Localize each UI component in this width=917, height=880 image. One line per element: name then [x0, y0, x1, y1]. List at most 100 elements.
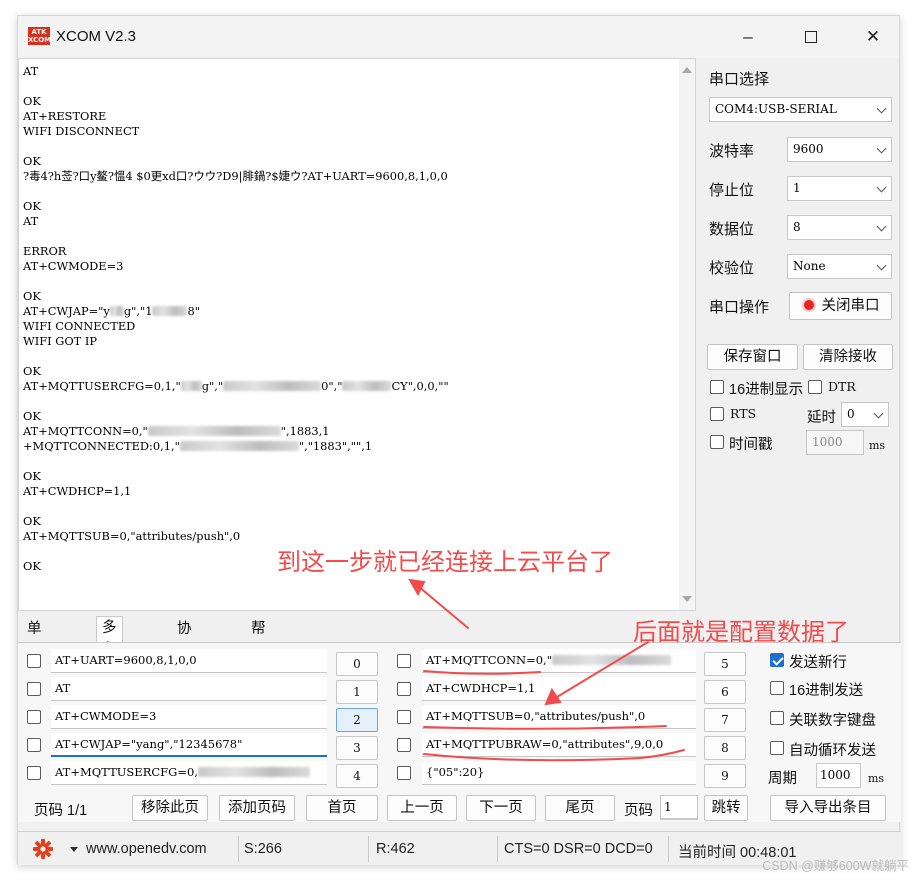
send-row-checkbox[interactable]	[397, 710, 411, 724]
send-row-input[interactable]: AT+CWDHCP=1,1	[422, 677, 696, 701]
timestamp-interval-input[interactable]: 1000	[806, 430, 864, 455]
baud-value: 9600	[793, 142, 824, 156]
send-row-input[interactable]: {"05":20}	[422, 761, 696, 785]
rts-checkbox[interactable]	[710, 407, 724, 421]
send-row-button[interactable]: 9	[704, 764, 746, 788]
status-divider	[668, 836, 669, 862]
send-newline-checkbox[interactable]	[770, 653, 784, 667]
website-link[interactable]: www.openedv.com	[86, 841, 207, 857]
receive-area[interactable]: AT OK AT+RESTORE WIFI DISCONNECT OK ?毒4?h莶?口y…	[18, 58, 696, 611]
send-row-button[interactable]: 4	[336, 764, 378, 788]
dropdown-arrow-icon[interactable]	[70, 847, 78, 852]
receive-line	[23, 184, 449, 199]
receive-line: AT+RESTORE	[23, 109, 107, 123]
send-row-checkbox[interactable]	[27, 654, 41, 668]
maximize-icon[interactable]	[796, 24, 826, 50]
link-numpad-label: 关联数字键盘	[789, 713, 876, 729]
page-info: 页码 1/1	[34, 803, 88, 819]
data-label: 数据位	[709, 221, 755, 238]
send-row-input[interactable]: AT+UART=9600,8,1,0,0	[51, 649, 327, 673]
redacted-text	[179, 441, 299, 451]
import-export-button[interactable]: 导入导出条目	[770, 795, 886, 821]
hex-send-checkbox[interactable]	[770, 681, 784, 695]
close-port-button[interactable]: 关闭串口	[789, 292, 892, 320]
first-page-button[interactable]: 首页	[306, 795, 378, 821]
save-window-button[interactable]: 保存窗口	[707, 344, 798, 370]
recv-count: R:462	[376, 841, 415, 857]
tab-single-send[interactable]: 单条发送	[22, 618, 47, 703]
receive-line: AT+MQTTCONN=0," ",1883,1	[23, 424, 330, 438]
data-select[interactable]: 8	[787, 215, 892, 240]
auto-loop-checkbox[interactable]	[770, 741, 784, 755]
port-select[interactable]: COM4:USB-SERIAL	[709, 97, 892, 122]
send-row-checkbox[interactable]	[27, 682, 41, 696]
last-page-button[interactable]: 尾页	[545, 795, 615, 821]
prev-page-button[interactable]: 上一页	[387, 795, 457, 821]
annotation-config: 后面就是配置数据了	[633, 619, 849, 646]
receive-line	[23, 79, 449, 94]
chevron-down-icon	[873, 408, 884, 419]
stop-select[interactable]: 1	[787, 176, 892, 201]
send-row-checkbox[interactable]	[27, 738, 41, 752]
timestamp-ms-label: ms	[869, 439, 886, 452]
scroll-up-icon[interactable]	[682, 67, 692, 73]
period-label: 周期	[768, 771, 797, 787]
delay-select[interactable]: 0	[841, 402, 889, 427]
receive-line	[23, 274, 449, 289]
gear-icon[interactable]	[31, 837, 55, 861]
multi-send-panel: AT+UART=9600,8,1,0,0 0 AT 1 AT+CWMODE=3 2 AT+C…	[18, 642, 901, 822]
sent-count: S:266	[244, 841, 282, 857]
send-row-button[interactable]: 1	[336, 680, 378, 704]
remove-page-button[interactable]: 移除此页	[132, 795, 208, 821]
send-row-checkbox[interactable]	[397, 738, 411, 752]
send-row-button[interactable]: 3	[336, 736, 378, 760]
timestamp-checkbox[interactable]	[710, 435, 724, 449]
send-row-button[interactable]: 2	[336, 708, 378, 732]
next-page-button[interactable]: 下一页	[466, 795, 536, 821]
receive-line	[23, 229, 449, 244]
send-row-input[interactable]: AT	[51, 677, 327, 701]
baud-select[interactable]: 9600	[787, 137, 892, 162]
tab-help[interactable]: 帮助	[246, 618, 271, 659]
add-page-button[interactable]: 添加页码	[219, 795, 295, 821]
close-icon[interactable]: ✕	[858, 24, 888, 50]
receive-line: OK	[23, 289, 41, 303]
redacted-text	[223, 381, 322, 391]
link-numpad-checkbox[interactable]	[770, 711, 784, 725]
send-row-checkbox[interactable]	[397, 654, 411, 668]
receive-line: ERROR	[23, 244, 67, 258]
tab-multi-send[interactable]: 多条发送	[96, 616, 123, 702]
send-row-checkbox[interactable]	[27, 710, 41, 724]
minimize-icon[interactable]: –	[733, 24, 763, 50]
dtr-checkbox[interactable]	[808, 380, 822, 394]
period-input[interactable]: 1000	[816, 763, 861, 788]
send-row-checkbox[interactable]	[27, 766, 41, 780]
send-row-checkbox[interactable]	[397, 682, 411, 696]
send-row-input[interactable]: AT+MQTTPUBRAW=0,"attributes",9,0,0	[422, 733, 696, 757]
annotation-connected: 到这一步就已经连接上云平台了	[277, 549, 613, 576]
send-row-button[interactable]: 7	[704, 708, 746, 732]
chevron-down-icon	[876, 143, 887, 154]
jump-button[interactable]: 跳转	[704, 795, 748, 821]
receive-line: OK	[23, 154, 41, 168]
receive-scrollbar[interactable]	[679, 59, 695, 610]
page-input[interactable]: 1	[660, 795, 698, 820]
send-row-button[interactable]: 0	[336, 652, 378, 676]
redacted-text	[147, 426, 281, 436]
scroll-down-icon[interactable]	[682, 596, 692, 602]
send-row-button[interactable]: 8	[704, 736, 746, 760]
send-row-checkbox[interactable]	[397, 766, 411, 780]
send-row-input[interactable]: AT+CWJAP="yang","12345678"	[51, 733, 327, 757]
hex-display-checkbox[interactable]	[710, 380, 724, 394]
receive-line: OK	[23, 199, 41, 213]
auto-loop-label: 自动循环发送	[789, 743, 876, 759]
send-row-button[interactable]: 5	[704, 652, 746, 676]
clear-receive-button[interactable]: 清除接收	[803, 344, 893, 370]
send-row-input[interactable]: AT+MQTTCONN=0,"	[422, 649, 696, 673]
tab-protocol[interactable]: 协议传输	[172, 618, 197, 703]
send-row-input[interactable]: AT+MQTTSUB=0,"attributes/push",0	[422, 705, 696, 729]
send-row-input[interactable]: AT+MQTTUSERCFG=0,	[51, 761, 327, 785]
parity-select[interactable]: None	[787, 254, 892, 279]
send-row-button[interactable]: 6	[704, 680, 746, 704]
send-row-input[interactable]: AT+CWMODE=3	[51, 705, 327, 729]
